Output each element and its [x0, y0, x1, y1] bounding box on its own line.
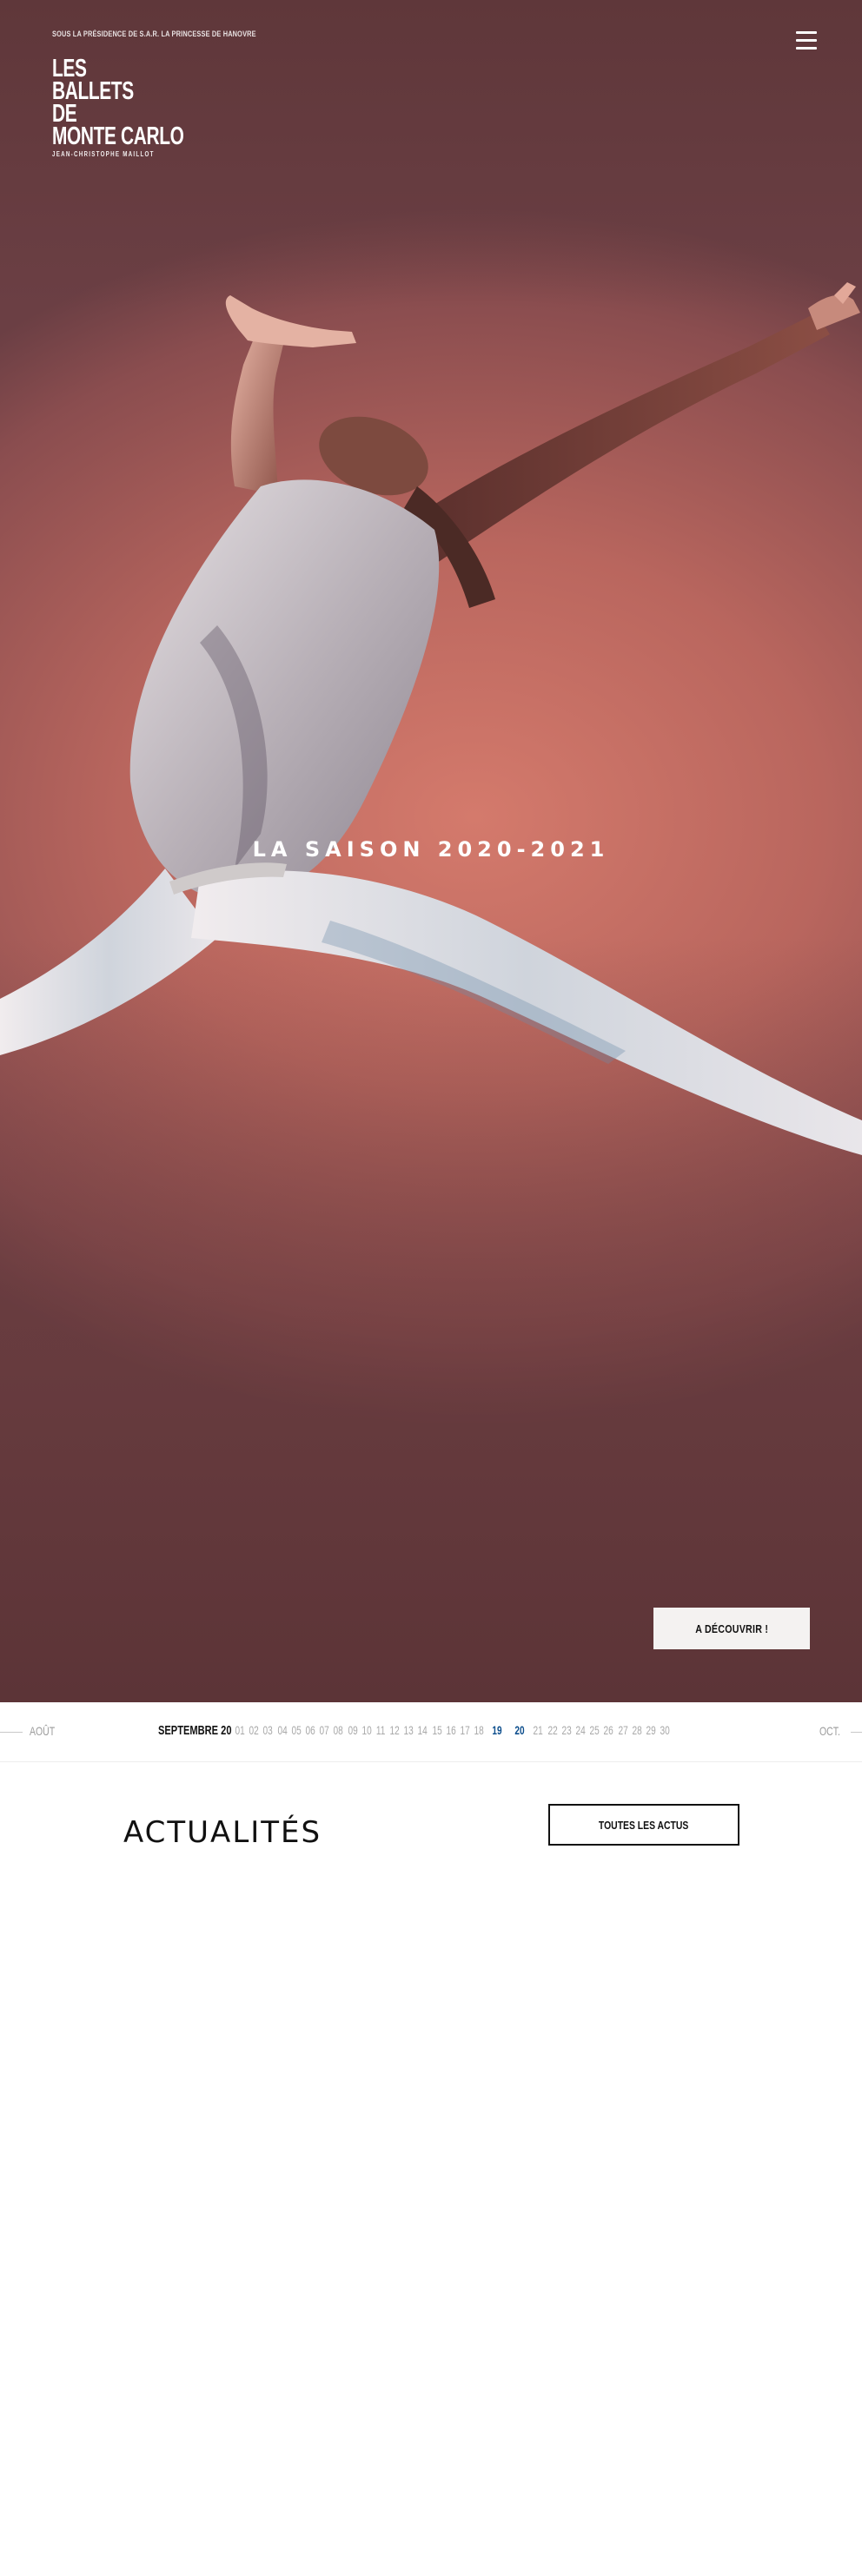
all-news-button-label: TOUTES LES ACTUS [599, 1818, 689, 1832]
calendar-days: 01 02 03 04 05 06 07 08 09 10 11 12 13 1… [233, 1723, 672, 1740]
calendar-next-line [851, 1732, 862, 1733]
presidency-text: SOUS LA PRÉSIDENCE DE S.A.R. LA PRINCESS… [52, 30, 256, 38]
calendar-day[interactable]: 22 [547, 1723, 558, 1740]
calendar-day[interactable]: 04 [277, 1723, 288, 1740]
calendar-day[interactable]: 09 [348, 1723, 358, 1740]
calendar-day-event[interactable]: 19 [489, 1723, 506, 1740]
calendar-next-month[interactable]: OCT. [819, 1724, 840, 1738]
calendar-day-event[interactable]: 20 [512, 1723, 528, 1740]
calendar-day[interactable]: 28 [632, 1723, 642, 1740]
logo-line: MONTE CARLO [52, 122, 184, 150]
discover-button[interactable]: A DÉCOUVRIR ! [653, 1608, 810, 1649]
calendar-day[interactable]: 26 [604, 1723, 614, 1740]
calendar-day[interactable]: 03 [263, 1723, 274, 1740]
discover-button-label: A DÉCOUVRIR ! [695, 1622, 768, 1635]
calendar-day[interactable]: 11 [375, 1723, 386, 1740]
logo-subtitle: JEAN-CHRISTOPHE MAILLOT [52, 150, 155, 158]
calendar-day[interactable]: 23 [561, 1723, 572, 1740]
calendar-current-month: SEPTEMBRE 20 [158, 1723, 232, 1738]
calendar-day[interactable]: 12 [389, 1723, 400, 1740]
calendar-day[interactable]: 15 [432, 1723, 442, 1740]
calendar-day[interactable]: 17 [460, 1723, 470, 1740]
calendar-day[interactable]: 21 [534, 1723, 544, 1740]
calendar-day[interactable]: 13 [404, 1723, 414, 1740]
calendar-day[interactable]: 25 [589, 1723, 600, 1740]
hero-section: SOUS LA PRÉSIDENCE DE S.A.R. LA PRINCESS… [0, 0, 862, 1702]
news-title: ACTUALITÉS [123, 1815, 322, 1850]
season-title: LA SAISON 2020-2021 [252, 837, 610, 862]
calendar-day[interactable]: 10 [361, 1723, 372, 1740]
calendar-day[interactable]: 27 [618, 1723, 628, 1740]
all-news-button[interactable]: TOUTES LES ACTUS [548, 1804, 739, 1846]
menu-button[interactable] [794, 30, 820, 52]
calendar-day[interactable]: 01 [235, 1723, 245, 1740]
calendar-day[interactable]: 29 [646, 1723, 656, 1740]
calendar-day[interactable]: 30 [660, 1723, 670, 1740]
calendar-day[interactable]: 14 [418, 1723, 428, 1740]
site-logo[interactable]: LES BALLETS DE MONTE CARLO JEAN-CHRISTOP… [52, 56, 226, 159]
calendar-day[interactable]: 16 [446, 1723, 456, 1740]
calendar-day[interactable]: 02 [249, 1723, 259, 1740]
calendar-day[interactable]: 05 [291, 1723, 302, 1740]
calendar-prev-line [0, 1732, 23, 1733]
calendar-day[interactable]: 08 [334, 1723, 344, 1740]
calendar-prev-month[interactable]: AOÛT [30, 1724, 55, 1738]
calendar-day[interactable]: 18 [474, 1723, 484, 1740]
calendar-day[interactable]: 06 [305, 1723, 315, 1740]
calendar-strip: AOÛT SEPTEMBRE 20 01 02 03 04 05 06 07 0… [0, 1702, 862, 1762]
calendar-day[interactable]: 07 [319, 1723, 329, 1740]
calendar-day[interactable]: 24 [575, 1723, 586, 1740]
